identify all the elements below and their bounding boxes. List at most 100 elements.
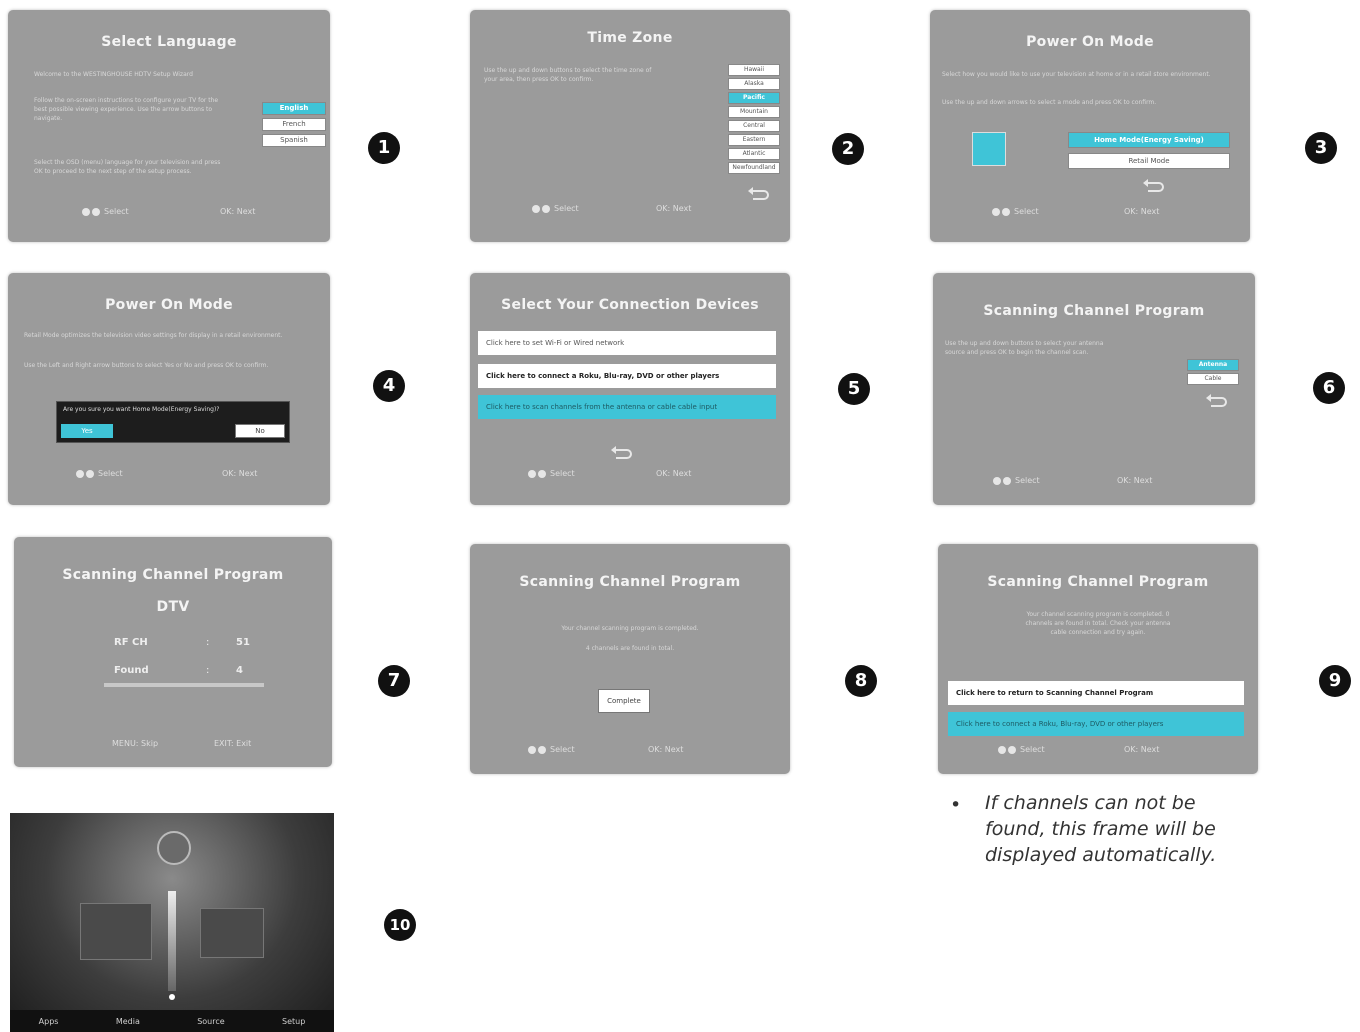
timezone-option[interactable]: Hawaii [728, 64, 780, 76]
home-mode-option[interactable]: Home Mode(Energy Saving) [1068, 132, 1230, 148]
language-hint-text: Select the OSD (menu) language for your … [34, 159, 221, 175]
rf-channel-value: 51 [236, 637, 250, 648]
screen-home: Apps Media Source Setup [10, 813, 334, 1032]
language-option-english[interactable]: English [262, 102, 326, 115]
step-number-7: 7 [378, 665, 410, 697]
step-number-4: 4 [373, 370, 405, 402]
back-icon[interactable] [1143, 179, 1164, 192]
found-value: 4 [236, 665, 243, 676]
footer-next: OK: Next [222, 469, 258, 478]
home-menu-source[interactable]: Source [197, 1017, 224, 1026]
rf-colon: : [206, 637, 210, 648]
retail-mode-description: Retail Mode optimizes the television vid… [24, 332, 283, 339]
screen-power-on-mode-confirm: Power On Mode Retail Mode optimizes the … [8, 273, 330, 505]
language-option-spanish[interactable]: Spanish [262, 134, 326, 147]
scan-channels-row[interactable]: Click here to scan channels from the ant… [478, 395, 776, 419]
dialog-question: Are you sure you want Home Mode(Energy S… [63, 406, 220, 413]
footer-select: Select [528, 745, 575, 754]
back-icon[interactable] [748, 187, 769, 200]
screen-power-on-mode: Power On Mode Select how you would like … [930, 10, 1250, 242]
footer-next: OK: Next [656, 469, 692, 478]
devices-row[interactable]: Click here to connect a Roku, Blu-ray, D… [478, 364, 776, 388]
return-to-scan-row[interactable]: Click here to return to Scanning Channel… [948, 681, 1244, 705]
note-bullet: • [950, 794, 962, 816]
timezone-instructions: Use the up and down buttons to select th… [484, 67, 652, 83]
arrow-buttons-icon [82, 207, 100, 216]
scan-progress-bar [104, 683, 264, 687]
home-menu-setup[interactable]: Setup [282, 1017, 305, 1026]
footer-next: OK: Next [1124, 207, 1160, 216]
screen-title: Power On Mode [105, 297, 233, 313]
complete-button[interactable]: Complete [598, 689, 650, 713]
footer-next: OK: Next [1117, 476, 1153, 485]
network-row[interactable]: Click here to set Wi-Fi or Wired network [478, 331, 776, 355]
footer-select: Select [82, 207, 129, 216]
antenna-option[interactable]: Antenna [1187, 359, 1239, 371]
source-tile[interactable] [200, 908, 264, 958]
footer-select: Select [998, 745, 1045, 754]
screen-title: Scanning Channel Program [519, 574, 741, 590]
language-list: English French Spanish [262, 102, 326, 147]
step-number-8: 8 [845, 665, 877, 697]
back-icon[interactable] [1206, 394, 1227, 407]
channels-found-text: 4 channels are found in total. [585, 645, 675, 652]
screen-title: Scanning Channel Program [987, 574, 1209, 590]
timezone-option[interactable]: Alaska [728, 78, 780, 90]
footer-next: OK: Next [220, 207, 256, 216]
no-channels-text: Your channel scanning program is complet… [1025, 611, 1171, 636]
power-mode-description: Select how you would like to use your te… [942, 71, 1211, 78]
step-number-1: 1 [368, 132, 400, 164]
screen-title: Scanning Channel Program [62, 567, 284, 583]
timezone-option[interactable]: Mountain [728, 106, 780, 118]
home-menu-bar: Apps Media Source Setup [10, 1010, 334, 1032]
footer-select: Select [532, 204, 579, 213]
screen-title: Select Language [101, 34, 237, 50]
language-option-french[interactable]: French [262, 118, 326, 131]
found-colon: : [206, 665, 210, 676]
footer-select: Select [993, 476, 1040, 485]
timezone-option-selected[interactable]: Pacific [728, 92, 780, 104]
screen-title: Select Your Connection Devices [501, 297, 759, 313]
arrow-buttons-icon [993, 476, 1011, 485]
no-button[interactable]: No [235, 424, 285, 438]
step-number-5: 5 [838, 373, 870, 405]
center-beam [168, 891, 176, 991]
screen-scan-complete: Scanning Channel Program Your channel sc… [470, 544, 790, 774]
home-menu-apps[interactable]: Apps [39, 1017, 59, 1026]
yes-button[interactable]: Yes [61, 424, 113, 438]
timezone-option[interactable]: Central [728, 120, 780, 132]
footer-select: Select [992, 207, 1039, 216]
home-menu-media[interactable]: Media [116, 1017, 140, 1026]
logo-icon [157, 831, 191, 865]
arrow-buttons-icon [528, 469, 546, 478]
screen-no-channels: Scanning Channel Program Your channel sc… [938, 544, 1258, 774]
footer-next: OK: Next [656, 204, 692, 213]
timezone-option[interactable]: Newfoundland [728, 162, 780, 174]
screen-title: Time Zone [587, 30, 673, 46]
confirm-dialog: Are you sure you want Home Mode(Energy S… [56, 401, 290, 443]
screen-scan-progress: Scanning Channel Program DTV RF CH : 51 … [14, 537, 332, 767]
timezone-option[interactable]: Eastern [728, 134, 780, 146]
arrow-buttons-icon [76, 469, 94, 478]
footer-next: OK: Next [1124, 745, 1160, 754]
apps-tile[interactable] [80, 903, 152, 960]
footer-next: OK: Next [648, 745, 684, 754]
retail-mode-option[interactable]: Retail Mode [1068, 153, 1230, 169]
step-number-6: 6 [1313, 372, 1345, 404]
scan-source-instructions: Use the up and down buttons to select yo… [945, 340, 1104, 356]
selector-dot-icon [169, 994, 175, 1000]
menu-skip-hint: MENU: Skip [112, 739, 159, 748]
back-icon[interactable] [611, 446, 632, 459]
energy-star-icon [972, 132, 1006, 166]
step-number-3: 3 [1305, 132, 1337, 164]
found-label: Found [114, 665, 149, 676]
footer-select: Select [76, 469, 123, 478]
cable-option[interactable]: Cable [1187, 373, 1239, 385]
timezone-option[interactable]: Atlantic [728, 148, 780, 160]
connect-devices-row[interactable]: Click here to connect a Roku, Blu-ray, D… [948, 712, 1244, 736]
screen-title: Scanning Channel Program [983, 303, 1205, 319]
arrow-buttons-icon [992, 207, 1010, 216]
screen-time-zone: Time Zone Use the up and down buttons to… [470, 10, 790, 242]
note-text: If channels can not be found, this frame… [985, 792, 1217, 866]
step-number-10: 10 [384, 909, 416, 941]
